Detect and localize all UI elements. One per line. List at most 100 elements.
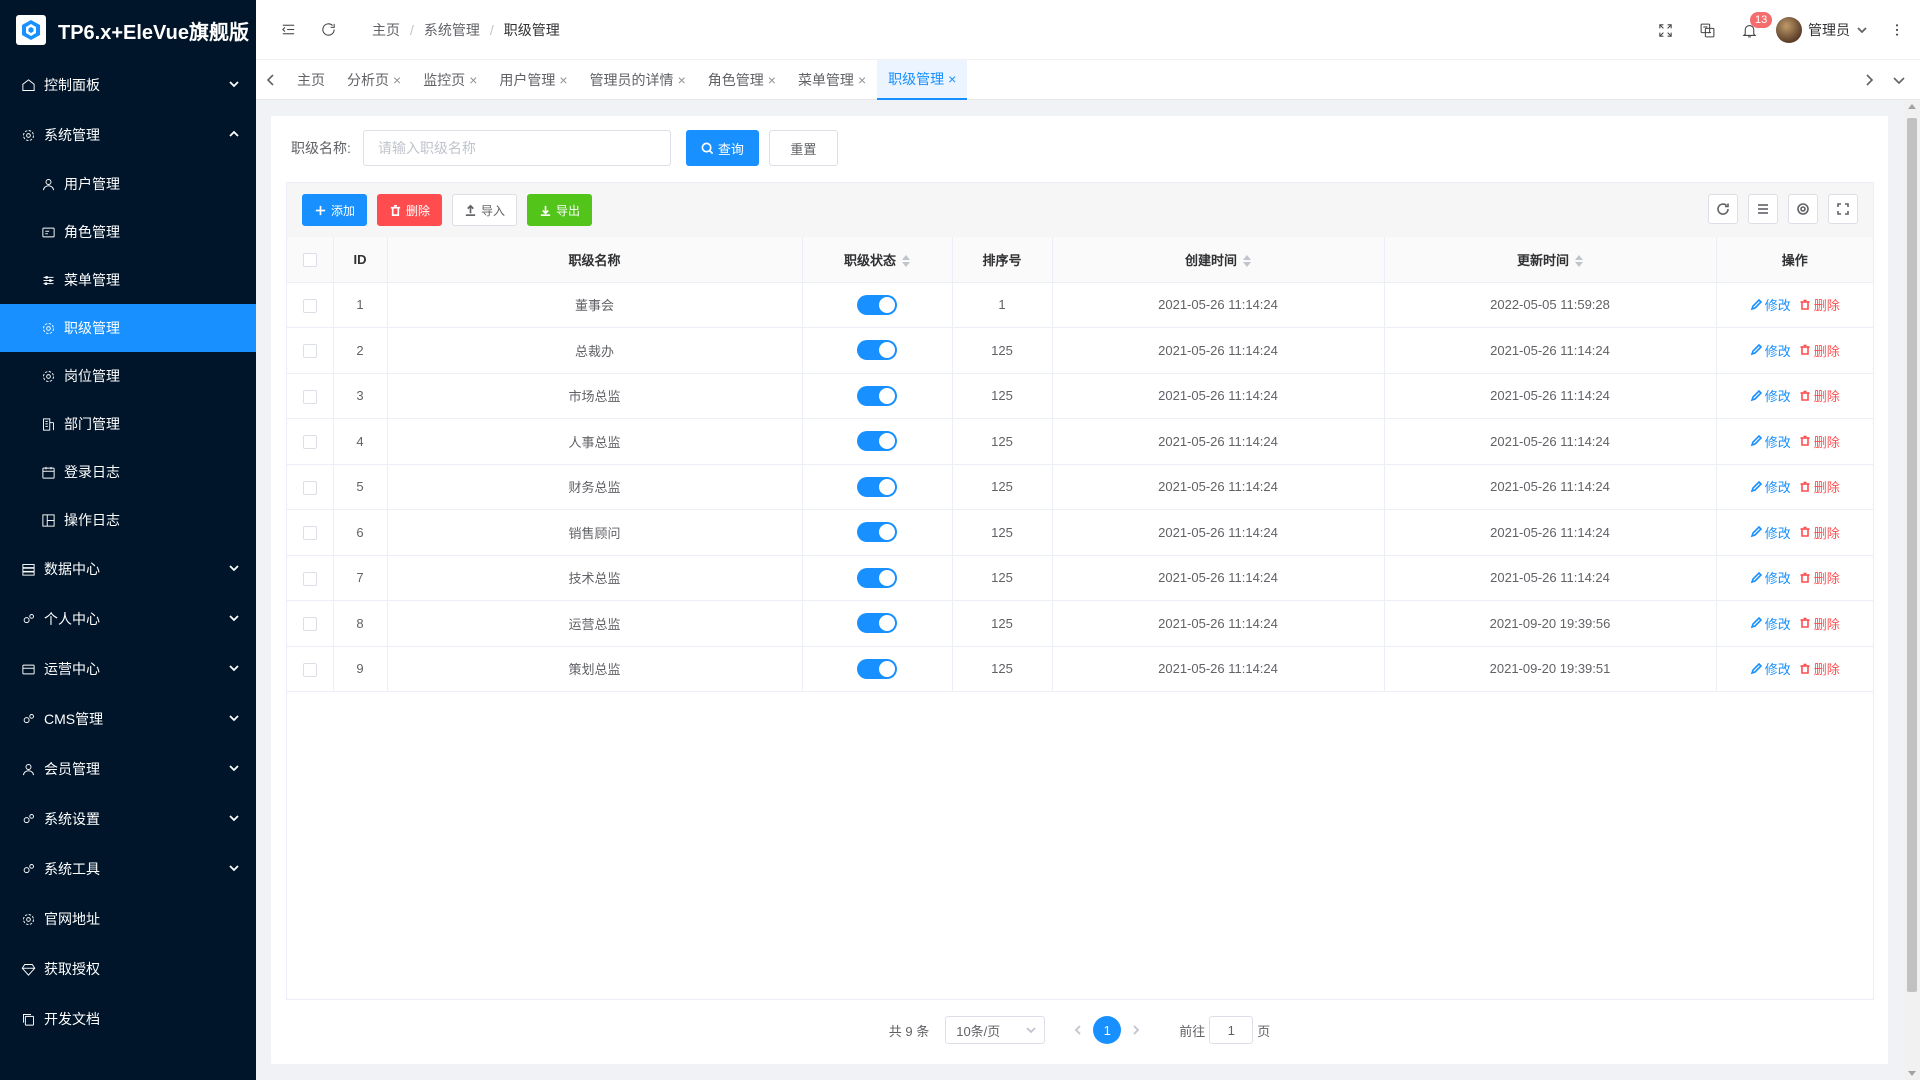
sidebar-item-11[interactable]: 开发文档: [0, 994, 256, 1044]
row-checkbox[interactable]: [302, 435, 317, 450]
edit-link[interactable]: 修改: [1750, 523, 1791, 542]
scrollbar-thumb[interactable]: [1907, 118, 1917, 992]
edit-link[interactable]: 修改: [1750, 659, 1791, 678]
tab-0[interactable]: 主页: [286, 60, 336, 100]
sidebar-item-6[interactable]: 会员管理: [0, 744, 256, 794]
add-button[interactable]: 添加: [302, 194, 368, 226]
edit-link[interactable]: 修改: [1750, 432, 1791, 451]
column-header-created[interactable]: 创建时间: [1052, 237, 1385, 283]
row-checkbox[interactable]: [302, 344, 317, 359]
row-checkbox[interactable]: [302, 526, 317, 541]
sidebar-item-2[interactable]: 数据中心: [0, 544, 256, 594]
sidebar-subitem-1-0[interactable]: 用户管理: [0, 160, 256, 208]
import-button[interactable]: 导入: [452, 194, 518, 226]
row-checkbox[interactable]: [302, 662, 317, 677]
status-toggle[interactable]: [857, 658, 897, 679]
row-select-cell[interactable]: [287, 327, 334, 374]
close-icon[interactable]: ×: [393, 72, 401, 88]
tabs-dropdown-icon[interactable]: [1884, 60, 1914, 100]
sidebar-item-7[interactable]: 系统设置: [0, 794, 256, 844]
status-toggle[interactable]: [857, 294, 897, 315]
status-toggle[interactable]: [857, 431, 897, 452]
close-icon[interactable]: ×: [559, 72, 567, 88]
query-button[interactable]: 查询: [685, 130, 759, 166]
edit-link[interactable]: 修改: [1750, 614, 1791, 633]
scroll-down-icon[interactable]: [1908, 1071, 1916, 1076]
row-checkbox[interactable]: [302, 389, 317, 404]
status-toggle[interactable]: [857, 613, 897, 634]
tab-1[interactable]: 分析页 ×: [336, 60, 412, 100]
app-logo[interactable]: TP6.x+EleVue旗舰版: [0, 0, 256, 60]
sidebar-item-9[interactable]: 官网地址: [0, 894, 256, 944]
row-select-cell[interactable]: [287, 646, 334, 692]
sidebar-item-5[interactable]: CMS管理: [0, 694, 256, 744]
sidebar-item-4[interactable]: 运营中心: [0, 644, 256, 694]
row-select-cell[interactable]: [287, 373, 334, 419]
sort-icon[interactable]: [1575, 255, 1583, 268]
column-header-updated[interactable]: 更新时间: [1384, 237, 1717, 283]
tabs-scroll-left-icon[interactable]: [256, 60, 286, 100]
sidebar-item-0[interactable]: 控制面板: [0, 60, 256, 110]
row-select-cell[interactable]: [287, 555, 334, 601]
edit-link[interactable]: 修改: [1750, 477, 1791, 496]
column-header-status[interactable]: 职级状态: [802, 237, 953, 283]
breadcrumb-home[interactable]: 主页: [372, 20, 400, 40]
scroll-up-icon[interactable]: [1908, 104, 1916, 109]
status-toggle[interactable]: [857, 522, 897, 543]
row-select-cell[interactable]: [287, 464, 334, 510]
status-toggle[interactable]: [857, 476, 897, 497]
breadcrumb-system[interactable]: 系统管理: [424, 20, 480, 40]
tabs-scroll-right-icon[interactable]: [1854, 60, 1884, 100]
page-number-current[interactable]: 1: [1093, 1016, 1122, 1044]
refresh-icon[interactable]: [1708, 194, 1738, 224]
edit-link[interactable]: 修改: [1750, 341, 1791, 360]
status-toggle[interactable]: [857, 567, 897, 588]
column-settings-icon[interactable]: [1788, 194, 1818, 224]
status-toggle[interactable]: [857, 340, 897, 361]
tab-3[interactable]: 用户管理 ×: [488, 60, 578, 100]
tab-4[interactable]: 管理员的详情 ×: [579, 60, 697, 100]
sidebar-subitem-1-5[interactable]: 部门管理: [0, 400, 256, 448]
row-checkbox[interactable]: [302, 480, 317, 495]
delete-link[interactable]: 删除: [1799, 568, 1840, 587]
delete-link[interactable]: 删除: [1799, 386, 1840, 405]
goto-page-input[interactable]: [1209, 1016, 1254, 1044]
delete-link[interactable]: 删除: [1799, 614, 1840, 633]
fullscreen-icon[interactable]: [1644, 0, 1686, 60]
sidebar-subitem-1-6[interactable]: 登录日志: [0, 448, 256, 496]
sidebar-subitem-1-4[interactable]: 岗位管理: [0, 352, 256, 400]
edit-link[interactable]: 修改: [1750, 568, 1791, 587]
sidebar-item-10[interactable]: 获取授权: [0, 944, 256, 994]
select-all-cell[interactable]: [287, 237, 334, 283]
row-select-cell[interactable]: [287, 418, 334, 465]
sidebar-subitem-1-1[interactable]: 角色管理: [0, 208, 256, 256]
tab-7[interactable]: 职级管理 ×: [877, 59, 968, 100]
sort-icon[interactable]: [1243, 255, 1251, 268]
row-checkbox[interactable]: [302, 298, 317, 313]
delete-link[interactable]: 删除: [1799, 523, 1840, 542]
user-menu[interactable]: 管理员: [1776, 17, 1868, 43]
fullscreen-icon[interactable]: [1828, 194, 1858, 224]
edit-link[interactable]: 修改: [1750, 295, 1791, 314]
row-checkbox[interactable]: [302, 617, 317, 632]
row-select-cell[interactable]: [287, 600, 334, 647]
next-page-icon[interactable]: [1123, 1025, 1149, 1035]
close-icon[interactable]: ×: [678, 72, 686, 88]
sidebar-item-1[interactable]: 系统管理: [0, 110, 256, 160]
delete-link[interactable]: 删除: [1799, 295, 1840, 314]
tab-6[interactable]: 菜单管理 ×: [787, 60, 877, 100]
collapse-menu-icon[interactable]: [268, 0, 308, 60]
status-toggle[interactable]: [857, 385, 897, 406]
sidebar-subitem-1-7[interactable]: 操作日志: [0, 496, 256, 544]
row-select-cell[interactable]: [287, 509, 334, 556]
sidebar-item-8[interactable]: 系统工具: [0, 844, 256, 894]
sidebar-subitem-1-2[interactable]: 菜单管理: [0, 256, 256, 304]
delete-link[interactable]: 删除: [1799, 341, 1840, 360]
sidebar-item-3[interactable]: 个人中心: [0, 594, 256, 644]
row-select-cell[interactable]: [287, 282, 334, 328]
sort-icon[interactable]: [902, 255, 910, 268]
rank-name-search-input[interactable]: [362, 130, 671, 166]
sidebar-subitem-1-3[interactable]: 职级管理: [0, 304, 256, 352]
delete-link[interactable]: 删除: [1799, 659, 1840, 678]
export-button[interactable]: 导出: [527, 194, 593, 226]
